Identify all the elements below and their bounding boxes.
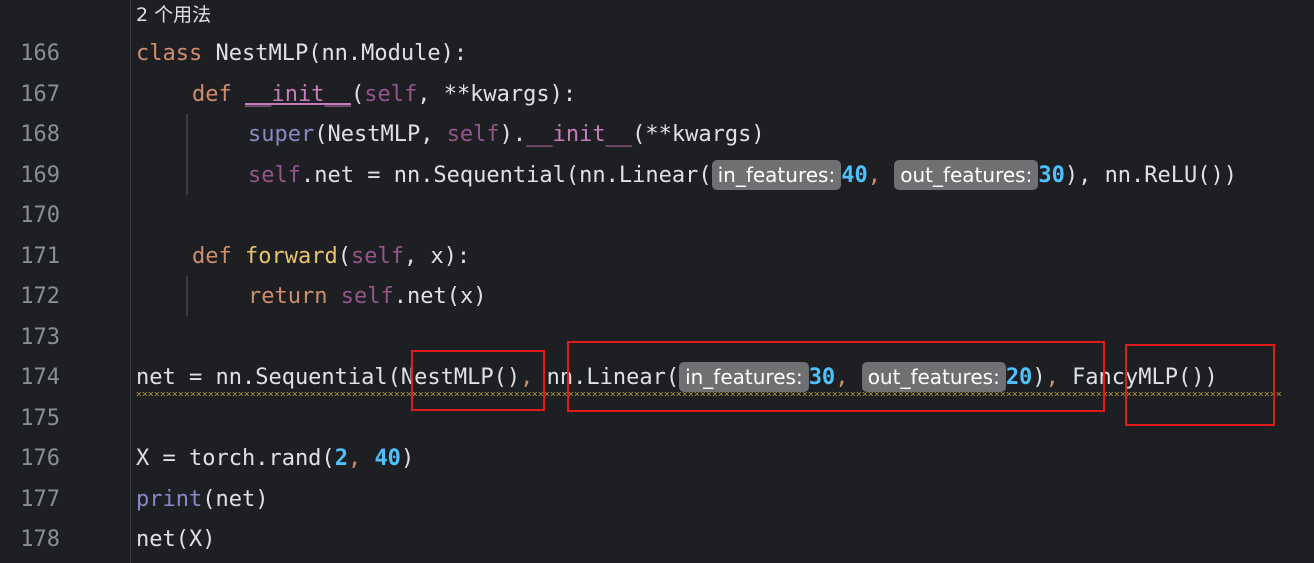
code-text: , x): [403,244,471,269]
code-text: (NestMLP, [314,122,447,147]
code-text: ( [350,82,365,107]
keyword: def [192,244,232,269]
builtin-name: super [248,122,315,147]
annotation-box-linear [567,341,1105,412]
indent-guide [186,114,188,195]
code-line-166[interactable]: class NestMLP(nn.Module): [136,34,467,74]
keyword: return [248,284,328,309]
code-line-167[interactable]: def __init__(self, **kwargs): [192,75,576,115]
line-number: 166 [20,41,60,66]
annotation-box-fancymlp [1125,344,1275,426]
code-text: NestMLP(nn.Module): [202,41,468,66]
keyword: class [136,41,203,66]
code-text: ), nn.ReLU()) [1064,163,1238,188]
dunder-name: __init__ [526,122,633,147]
builtin-name: print [136,487,203,512]
line-number: 174 [20,365,60,390]
function-name: forward [245,244,338,269]
self-keyword: self [340,284,394,309]
code-text: (net) [202,487,269,512]
code-line-168[interactable]: super(NestMLP, self).__init__(**kwargs) [248,115,765,155]
line-number: 175 [20,406,60,431]
line-number: 178 [20,527,60,552]
code-text: X = torch.rand( [136,446,335,471]
code-line-169[interactable]: self.net = nn.Sequential(nn.Linear(in_fe… [248,156,1237,196]
number-literal: 30 [1038,163,1065,188]
code-text: .net(x) [393,284,487,309]
code-line-176[interactable]: X = torch.rand(2, 40) [136,439,414,479]
code-text: ( [337,244,351,269]
code-text: net(X) [136,527,216,552]
code-text: , [867,163,895,188]
code-text: .net = nn.Sequential(nn.Linear( [300,163,712,188]
code-text: , [347,446,375,471]
number-literal: 2 [334,446,348,471]
line-number: 169 [20,163,60,188]
line-number: 168 [20,122,60,147]
code-text: ) [400,446,415,471]
parameter-hint: in_features: [711,160,842,190]
code-text: , **kwargs): [417,82,577,107]
dunder-name: __init__ [245,82,351,107]
self-keyword: self [446,122,500,147]
line-number: 176 [20,446,60,471]
number-literal: 40 [841,163,868,188]
code-line-177[interactable]: print(net) [136,480,268,520]
keyword: def [192,82,232,107]
self-keyword: self [364,82,418,107]
number-literal: 40 [374,446,401,471]
line-number: 170 [20,203,60,228]
code-line-172[interactable]: return self.net(x) [248,277,486,317]
line-number: 177 [20,487,60,512]
annotation-box-nestmlp [411,350,545,411]
gutter-divider [130,0,131,563]
code-text: ). [499,122,527,147]
code-line-171[interactable]: def forward(self, x): [192,237,470,277]
usage-hint[interactable]: 2 个用法 [136,0,211,30]
code-text: net = nn.Sequential( [136,365,401,390]
line-number: 173 [20,325,60,350]
line-number: 172 [20,284,60,309]
line-number: 167 [20,82,60,107]
code-editor[interactable]: 166 167 168 169 170 171 172 173 174 175 … [0,0,1314,563]
self-keyword: self [248,163,301,188]
self-keyword: self [350,244,404,269]
parameter-hint: out_features: [894,160,1039,190]
line-number: 171 [20,244,60,269]
code-text: (**kwargs) [632,122,765,147]
indent-guide [186,276,188,316]
code-line-178[interactable]: net(X) [136,520,215,560]
